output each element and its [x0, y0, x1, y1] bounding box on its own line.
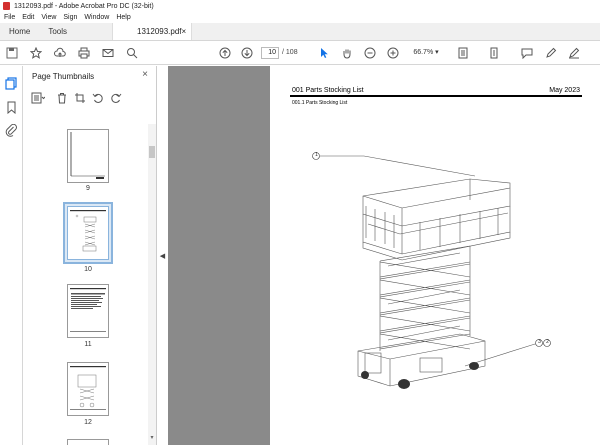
hand-tool-icon[interactable]	[340, 46, 354, 60]
close-tab-icon[interactable]: ×	[182, 27, 187, 36]
scroll-mode-icon[interactable]	[487, 46, 501, 60]
chevron-left-icon: ◀	[159, 252, 166, 260]
rotate-clockwise-icon[interactable]	[109, 92, 123, 105]
cloud-upload-icon[interactable]	[53, 46, 67, 60]
callout-1: 1	[315, 152, 318, 158]
comment-icon[interactable]	[520, 46, 534, 60]
tab-document[interactable]: 1312093.pdf ×	[112, 23, 193, 40]
thumbnail-12-preview	[70, 366, 106, 410]
page-thumbnail-11[interactable]	[67, 284, 109, 338]
callout-2: 2	[546, 339, 549, 345]
thumbnail-9-preview	[70, 132, 105, 179]
sign-icon[interactable]	[567, 46, 581, 60]
tab-tools[interactable]: Tools	[39, 23, 76, 40]
thumbnail-label-10: 10	[84, 266, 92, 273]
page-total: / 108	[282, 49, 298, 56]
thumbnail-label-11: 11	[84, 341, 92, 348]
tab-document-label: 1312093.pdf	[137, 27, 182, 36]
scissor-lift-illustration	[312, 152, 551, 389]
mail-icon[interactable]	[101, 46, 115, 60]
left-icon-rail	[0, 66, 23, 445]
thumbnail-11-preview	[70, 288, 106, 332]
menu-help[interactable]: Help	[116, 14, 130, 21]
menu-bar: File Edit View Sign Window Help	[0, 12, 600, 23]
attachments-icon[interactable]	[5, 123, 18, 137]
rotate-counterclockwise-icon[interactable]	[91, 92, 105, 105]
thumbnail-label-9: 9	[86, 185, 90, 192]
total-pages: 108	[285, 49, 298, 56]
window-title: 1312093.pdf - Adobe Acrobat Pro DC (32-b…	[14, 2, 154, 10]
acrobat-icon	[3, 2, 10, 10]
callout-3: 3	[538, 339, 541, 345]
panel-title: Page Thumbnails	[32, 72, 95, 81]
zoom-value: 66.7%	[413, 49, 434, 56]
bookmark-star-icon[interactable]	[29, 46, 43, 60]
menu-view[interactable]: View	[41, 14, 56, 21]
title-bar: 1312093.pdf - Adobe Acrobat Pro DC (32-b…	[0, 0, 600, 12]
tab-home[interactable]: Home	[0, 23, 39, 40]
collapse-panel-handle[interactable]: ◀	[157, 66, 168, 445]
previous-page-icon[interactable]	[218, 46, 232, 60]
scroll-down-arrow-icon[interactable]: ▾	[148, 434, 156, 442]
thumbnail-label-12: 12	[84, 419, 92, 426]
crop-page-icon[interactable]	[73, 92, 87, 105]
menu-window[interactable]: Window	[84, 14, 109, 21]
chevron-down-icon: ▾	[435, 49, 439, 56]
thumbnail-options-icon[interactable]	[31, 92, 45, 105]
tab-bar: Home Tools 1312093.pdf ×	[0, 23, 600, 41]
toolbar: 10 / 108 66.7% ▾	[0, 41, 600, 65]
select-cursor-icon[interactable]	[317, 46, 331, 60]
zoom-out-icon[interactable]	[363, 46, 377, 60]
page-thumbnail-13-partial[interactable]	[67, 439, 109, 445]
page-thumbnail-12[interactable]	[67, 362, 109, 416]
page-thumbnail-9[interactable]	[67, 129, 109, 183]
document-viewer[interactable]: 001 Parts Stocking List May 2023 001.1 P…	[168, 66, 600, 445]
print-icon[interactable]	[77, 46, 91, 60]
page-separator: /	[282, 49, 284, 56]
search-icon[interactable]	[125, 46, 139, 60]
bookmarks-icon[interactable]	[5, 101, 18, 115]
delete-page-icon[interactable]	[55, 92, 69, 105]
panel-toolbar	[31, 91, 127, 105]
zoom-level[interactable]: 66.7% ▾	[410, 47, 442, 59]
highlight-pen-icon[interactable]	[544, 46, 558, 60]
page-number-input[interactable]: 10	[261, 47, 279, 59]
next-page-icon[interactable]	[240, 46, 254, 60]
close-panel-icon[interactable]: ×	[142, 69, 148, 80]
page-thumbnails-panel: Page Thumbnails × 9 10 11 12 ▾	[23, 66, 157, 445]
page-layout-icon[interactable]	[456, 46, 470, 60]
thumbnail-scrollbar[interactable]	[148, 124, 156, 445]
menu-edit[interactable]: Edit	[22, 14, 34, 21]
zoom-in-icon[interactable]	[386, 46, 400, 60]
thumbnail-10-preview	[70, 210, 106, 252]
page-thumbnail-10[interactable]	[67, 206, 109, 260]
pdf-page: 001 Parts Stocking List May 2023 001.1 P…	[270, 66, 600, 445]
thumbnail-scrollbar-thumb[interactable]	[149, 146, 155, 158]
page-thumbnails-icon[interactable]	[5, 77, 18, 90]
save-icon[interactable]	[5, 46, 19, 60]
menu-file[interactable]: File	[4, 14, 15, 21]
menu-sign[interactable]: Sign	[63, 14, 77, 21]
